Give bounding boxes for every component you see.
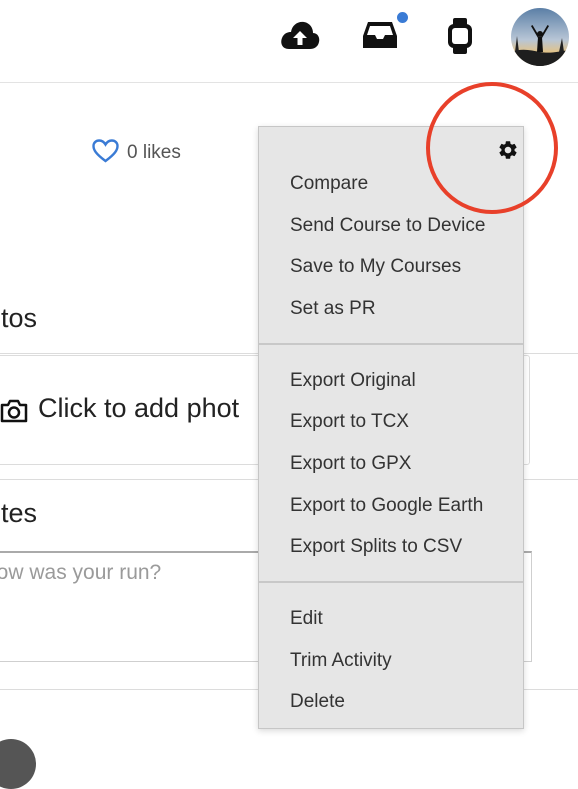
notes-placeholder: low was your run?	[0, 561, 162, 584]
menu-divider	[259, 581, 523, 583]
menu-item-delete[interactable]: Delete	[290, 691, 345, 713]
menu-item-edit[interactable]: Edit	[290, 608, 323, 630]
menu-item-compare[interactable]: Compare	[290, 173, 368, 195]
menu-item-export-splits[interactable]: Export Splits to CSV	[290, 536, 462, 558]
heart-icon	[92, 138, 119, 168]
activity-actions-menu: Compare Send Course to Device Save to My…	[258, 126, 524, 729]
photos-title: otos	[0, 303, 38, 333]
menu-item-send-course[interactable]: Send Course to Device	[290, 215, 485, 237]
top-bar	[0, 0, 578, 83]
like-button[interactable]: 0 likes	[92, 138, 181, 168]
menu-divider	[259, 343, 523, 345]
menu-item-trim[interactable]: Trim Activity	[290, 650, 392, 672]
camera-icon	[0, 399, 28, 428]
avatar	[0, 739, 36, 789]
cloud-upload-icon[interactable]	[279, 19, 321, 58]
watch-icon[interactable]	[446, 17, 474, 60]
menu-item-export-google-earth[interactable]: Export to Google Earth	[290, 495, 483, 517]
gear-icon[interactable]	[497, 139, 519, 166]
menu-item-set-pr[interactable]: Set as PR	[290, 298, 376, 320]
avatar[interactable]	[511, 8, 569, 66]
menu-item-export-tcx[interactable]: Export to TCX	[290, 411, 409, 433]
add-photo-label[interactable]: Click to add phot	[38, 393, 239, 424]
notification-badge	[395, 10, 410, 25]
likes-count: 0 likes	[127, 142, 181, 163]
menu-item-export-gpx[interactable]: Export to GPX	[290, 453, 411, 475]
menu-item-export-original[interactable]: Export Original	[290, 370, 416, 392]
menu-item-save-courses[interactable]: Save to My Courses	[290, 256, 461, 278]
notes-title: otes	[0, 498, 38, 528]
inbox-icon[interactable]	[362, 20, 398, 55]
